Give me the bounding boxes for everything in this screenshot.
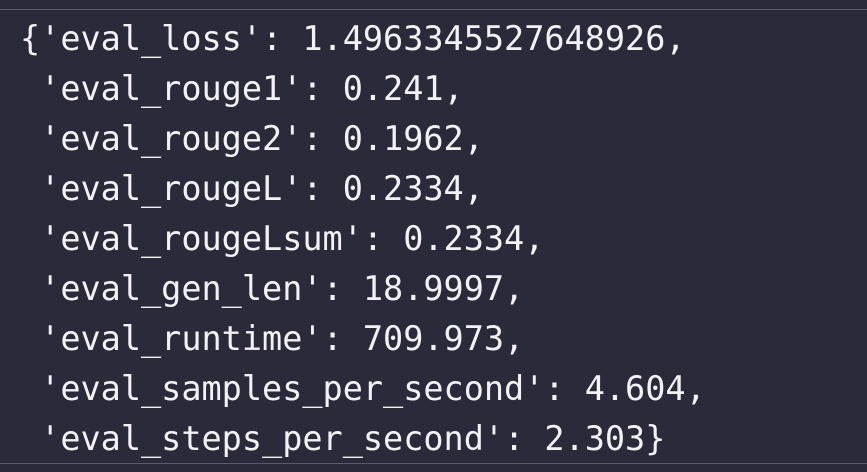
output-line-eval-rouge1: 'eval_rouge1': 0.241,	[20, 69, 464, 108]
output-line-eval-samples-per-second: 'eval_samples_per_second': 4.604,	[20, 369, 706, 408]
output-line-eval-rouge2: 'eval_rouge2': 0.1962,	[20, 119, 484, 158]
output-text[interactable]: {'eval_loss': 1.4963345527648926, 'eval_…	[20, 14, 706, 464]
output-line-eval-loss: {'eval_loss': 1.4963345527648926,	[20, 19, 686, 58]
bottom-divider	[0, 463, 867, 464]
output-line-eval-runtime: 'eval_runtime': 709.973,	[20, 319, 525, 358]
output-line-eval-rougeLsum: 'eval_rougeLsum': 0.2334,	[20, 219, 545, 258]
output-line-eval-gen-len: 'eval_gen_len': 18.9997,	[20, 269, 525, 308]
output-line-eval-steps-per-second: 'eval_steps_per_second': 2.303}	[20, 419, 666, 458]
top-divider	[0, 9, 867, 10]
output-line-eval-rougeL: 'eval_rougeL': 0.2334,	[20, 169, 484, 208]
cell-output-area: {'eval_loss': 1.4963345527648926, 'eval_…	[0, 0, 867, 472]
